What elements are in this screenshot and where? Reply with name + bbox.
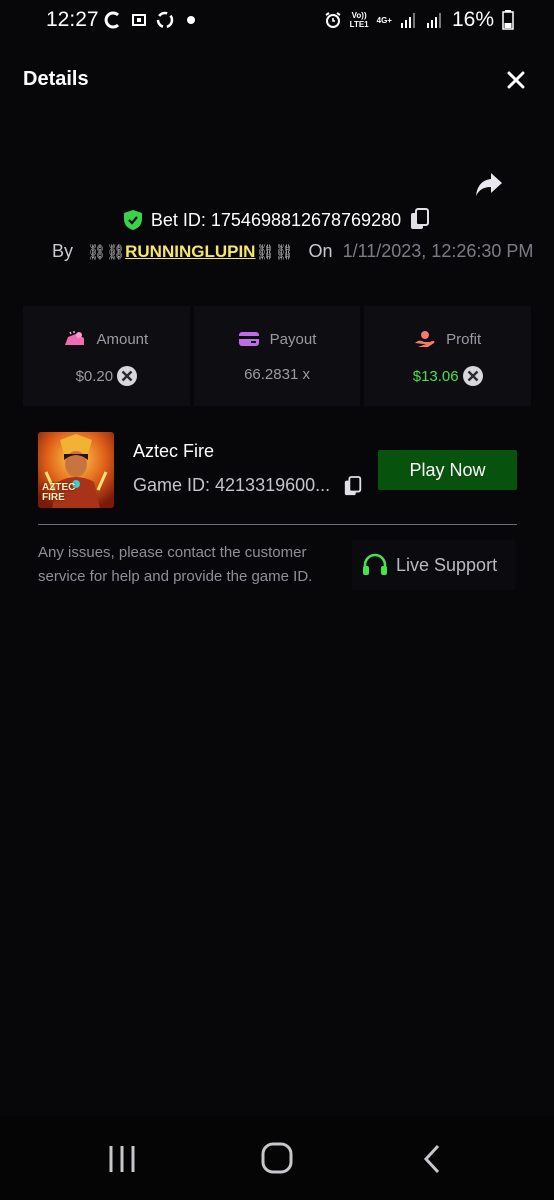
bet-id: Bet ID: 1754698812678769280	[150, 209, 402, 230]
stat-payout-value-row: 66.2831 x	[244, 366, 310, 383]
chain-icon: ⛓	[106, 243, 126, 261]
stat-payout-label: Payout	[269, 330, 317, 348]
sync-c-icon	[104, 11, 120, 29]
stat-payout: Payout 66.2831 x	[193, 306, 361, 406]
stat-profit-value: $13.06	[412, 367, 459, 385]
stat-amount: Amount $0.20	[23, 306, 190, 406]
stat-profit-value-row: $13.06	[413, 366, 483, 386]
alarm-icon	[325, 12, 341, 28]
signal-icon	[426, 13, 441, 28]
on-label: On	[308, 241, 333, 261]
chain-icon: ⛓	[87, 243, 107, 261]
card-icon	[238, 332, 259, 346]
stat-amount-label: Amount	[96, 330, 149, 348]
battery-icon	[502, 10, 514, 30]
page-title: Details	[23, 68, 89, 90]
bet-owner-row: By ⛓ ⛓ RUNNINGLUPIN ⛓ ⛓ On 1/11/2023, 12…	[52, 241, 533, 262]
back-icon[interactable]	[414, 1141, 454, 1177]
share-icon[interactable]	[474, 170, 504, 198]
game-name: Aztec Fire	[133, 441, 215, 461]
chain-icon: ⛓	[274, 243, 294, 261]
battery-percent: 16%	[451, 8, 494, 31]
coin-x-icon	[462, 366, 483, 386]
copy-icon[interactable]	[343, 476, 363, 498]
status-icons-right: Vo)) LTE1 4G+ 16%	[324, 8, 514, 32]
support-text: Any issues, please contact the customer …	[38, 544, 313, 585]
home-icon[interactable]	[257, 1141, 297, 1177]
amount-icon	[65, 331, 85, 345]
system-nav-bar	[0, 1116, 554, 1200]
recent-apps-icon[interactable]	[102, 1141, 142, 1177]
data-type: 4G+	[376, 15, 392, 25]
stat-amount-header: Amount	[64, 330, 148, 348]
live-support-label: Live Support	[396, 554, 498, 575]
game-id: Game ID: 4213319600...	[133, 475, 331, 495]
divider	[38, 524, 517, 525]
copy-icon[interactable]	[409, 208, 431, 232]
status-time: 12:27	[46, 8, 99, 31]
stat-payout-header: Payout	[238, 330, 317, 348]
stat-amount-value-row: $0.20	[76, 366, 138, 386]
status-icons-left	[103, 10, 198, 30]
by-label: By	[52, 241, 74, 261]
game-thumbnail[interactable]: AZTEC FIRE	[38, 432, 114, 508]
stat-payout-value: 66.2831 x	[244, 366, 310, 383]
profit-hand-icon	[415, 331, 435, 347]
coin-x-icon	[117, 366, 138, 386]
stat-profit-label: Profit	[446, 330, 482, 348]
username-link[interactable]: RUNNINGLUPIN	[125, 242, 255, 262]
stat-amount-value: $0.20	[75, 367, 114, 385]
close-icon[interactable]	[502, 66, 530, 94]
thumb-title-line2: FIRE	[42, 492, 65, 503]
network-type: Vo)) LTE1	[350, 11, 369, 29]
shield-check-icon	[123, 210, 142, 230]
thumb-title: AZTEC FIRE	[42, 483, 75, 503]
signal-icon	[400, 13, 415, 28]
play-now-button[interactable]: Play Now	[378, 450, 517, 490]
stat-profit-header: Profit	[414, 330, 481, 348]
bet-stats: Amount $0.20 Payout 66.2831 x Profit $13…	[23, 306, 532, 406]
status-bar: 12:27 Vo)) LTE1 4G+ 16%	[0, 0, 554, 42]
network-volte: Vo))	[351, 11, 367, 20]
chain-icon: ⛓	[255, 243, 275, 261]
live-support-button[interactable]: Live Support	[352, 540, 515, 590]
bet-date: 1/11/2023, 12:26:30 PM	[342, 241, 534, 261]
dot-icon	[187, 16, 195, 24]
stat-profit: Profit $13.06	[364, 306, 532, 406]
headset-icon	[363, 553, 387, 575]
bet-id-row: Bet ID: 1754698812678769280	[0, 208, 554, 232]
recycle-icon	[156, 11, 174, 29]
screenshot-icon	[132, 14, 146, 26]
network-lte: LTE1	[349, 20, 369, 29]
